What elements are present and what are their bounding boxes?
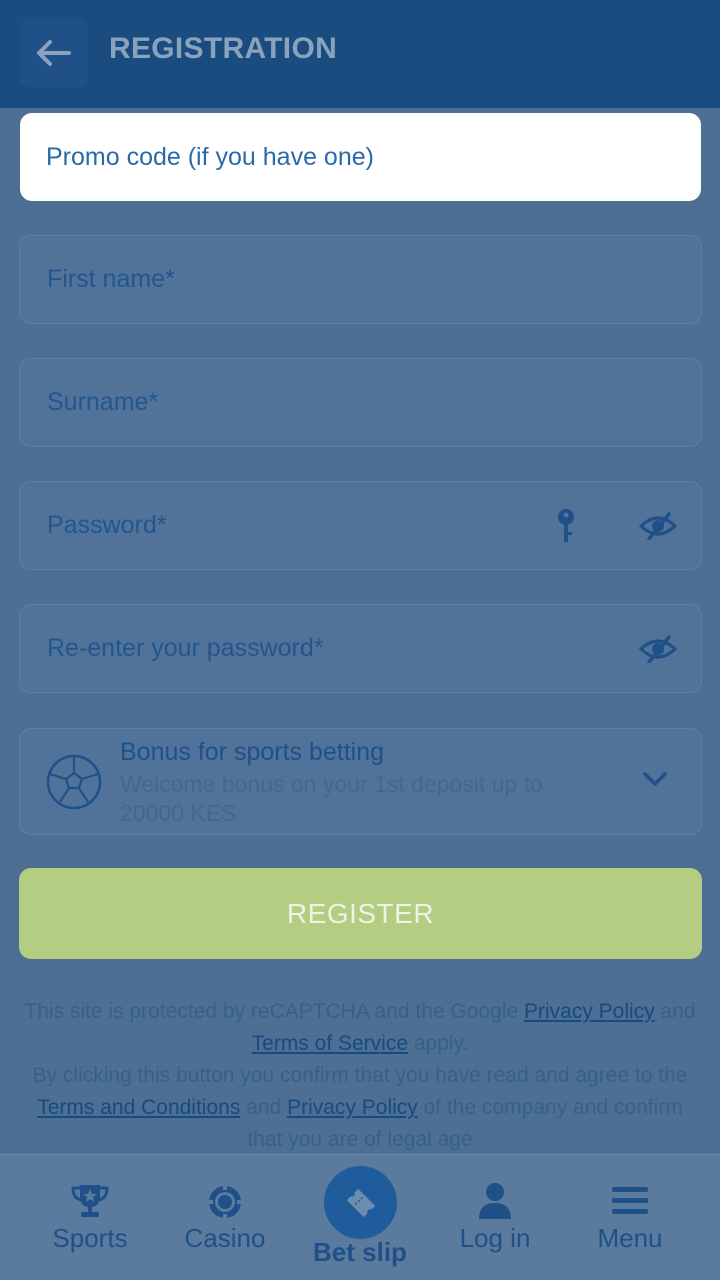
nav-log-in-label: Log in <box>459 1223 531 1253</box>
nav-bet-slip-label: Bet slip <box>313 1237 407 1267</box>
arrow-left-icon <box>37 40 71 66</box>
eye-slash-icon[interactable] <box>639 634 677 663</box>
surname-placeholder: Surname* <box>47 388 159 416</box>
legal-text: This site is protected by reCAPTCHA and … <box>20 996 700 1156</box>
nav-bet-slip[interactable] <box>324 1166 397 1239</box>
privacy-policy-link[interactable]: Privacy Policy <box>524 1000 655 1023</box>
page-title: REGISTRATION <box>109 32 338 65</box>
key-icon[interactable] <box>556 508 576 544</box>
first-name-placeholder: First name* <box>47 265 175 293</box>
password-input[interactable]: Password* <box>19 481 702 570</box>
bonus-title: Bonus for sports betting <box>120 738 385 766</box>
legal-line1-prefix: This site is protected by reCAPTCHA and … <box>24 1000 519 1023</box>
chevron-down-icon[interactable] <box>643 771 667 787</box>
eye-slash-icon[interactable] <box>639 511 677 540</box>
legal-and-2: and <box>246 1096 282 1119</box>
nav-sports-label: Sports <box>52 1223 128 1253</box>
terms-and-conditions-link[interactable]: Terms and Conditions <box>37 1096 240 1119</box>
legal-apply: apply. <box>413 1032 469 1055</box>
nav-casino-label: Casino <box>184 1223 266 1253</box>
register-button[interactable]: REGISTER <box>19 868 702 959</box>
soccer-ball-icon <box>46 754 102 810</box>
nav-menu[interactable]: Menu <box>565 1155 695 1280</box>
password-placeholder: Password* <box>47 511 167 539</box>
hamburger-menu-icon <box>612 1187 648 1214</box>
app-header: REGISTRATION <box>0 0 720 108</box>
bonus-subtitle: Welcome bonus on your 1st deposit up to … <box>120 771 543 826</box>
terms-of-service-link[interactable]: Terms of Service <box>252 1032 408 1055</box>
legal-line2-prefix: By clicking this button you confirm that… <box>32 1064 688 1087</box>
promo-code-input[interactable]: Promo code (if you have one) <box>20 113 701 201</box>
nav-casino[interactable]: Casino <box>160 1155 290 1280</box>
first-name-input[interactable]: First name* <box>19 235 702 324</box>
casino-chip-icon <box>208 1185 242 1219</box>
nav-log-in[interactable]: Log in <box>430 1155 560 1280</box>
surname-input[interactable]: Surname* <box>19 358 702 447</box>
nav-sports[interactable]: Sports <box>25 1155 155 1280</box>
promo-code-placeholder: Promo code (if you have one) <box>46 142 374 171</box>
reenter-password-input[interactable]: Re-enter your password* <box>19 604 702 693</box>
ticket-icon <box>346 1188 375 1217</box>
nav-menu-label: Menu <box>597 1223 663 1253</box>
privacy-policy-link-2[interactable]: Privacy Policy <box>287 1096 418 1119</box>
trophy-icon <box>71 1185 109 1217</box>
user-icon <box>479 1183 511 1219</box>
back-button[interactable] <box>20 19 88 87</box>
reenter-password-placeholder: Re-enter your password* <box>47 634 324 662</box>
legal-and-1: and <box>660 1000 696 1023</box>
bottom-nav: Sports Casino Bet slip Log in Menu <box>0 1154 720 1280</box>
bonus-selector[interactable]: Bonus for sports betting Welcome bonus o… <box>19 728 702 835</box>
